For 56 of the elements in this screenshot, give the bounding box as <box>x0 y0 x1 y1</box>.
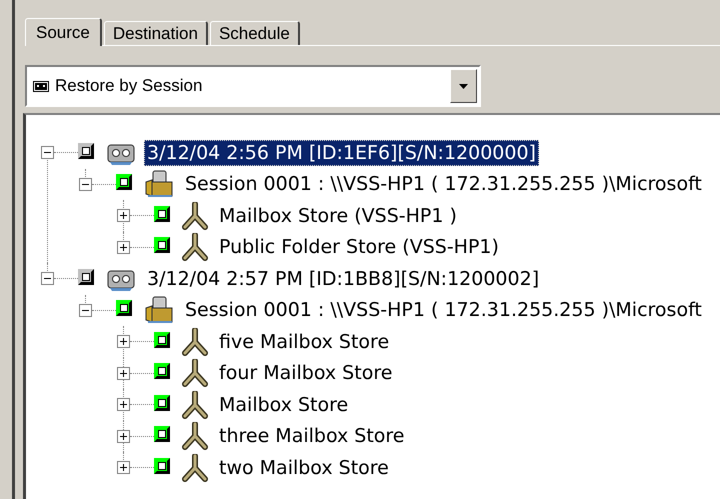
tree-item-label[interactable]: five Mailbox Store <box>216 328 392 355</box>
collapse-toggle[interactable] <box>41 146 54 160</box>
tab[interactable]: Destination <box>104 21 208 45</box>
store-icon <box>182 202 208 230</box>
checkbox[interactable] <box>116 174 132 190</box>
plus-icon <box>120 244 127 251</box>
checkbox[interactable] <box>154 332 170 348</box>
collapse-toggle[interactable] <box>79 178 92 191</box>
checkbox[interactable] <box>154 237 170 254</box>
tree-item-label[interactable]: Mailbox Store (VSS-HP1 ) <box>216 202 460 229</box>
tree-item-label[interactable]: four Mailbox Store <box>216 360 396 386</box>
folder-box-icon <box>144 170 174 198</box>
expand-toggle[interactable] <box>117 398 130 412</box>
checkbox[interactable] <box>78 142 94 159</box>
dropdown-button[interactable] <box>450 69 477 103</box>
dropdown-arrow-icon <box>459 84 468 88</box>
tab[interactable]: Schedule <box>210 21 300 45</box>
expand-toggle[interactable] <box>117 461 130 474</box>
tree-item-label[interactable]: 3/12/04 2:56 PM [ID:1EF6][S/N:1200000] <box>144 140 539 166</box>
checkbox[interactable] <box>154 458 170 474</box>
tab[interactable]: Source <box>25 18 102 46</box>
plus-icon <box>120 464 127 472</box>
folder-box-icon <box>144 296 174 324</box>
session-icon <box>33 80 49 92</box>
plus-icon <box>120 338 127 346</box>
checkbox[interactable] <box>154 426 170 442</box>
store-icon <box>182 359 208 388</box>
checkbox[interactable] <box>116 300 132 316</box>
collapse-toggle[interactable] <box>79 304 92 317</box>
expand-toggle[interactable] <box>117 209 130 222</box>
tree-item-label[interactable]: two Mailbox Store <box>216 454 392 481</box>
tree-item-label[interactable]: Session 0001 : \\VSS-HP1 ( 172.31.255.255 )\Microsoft <box>182 297 705 324</box>
plus-icon <box>120 212 127 220</box>
tree-item-label[interactable]: Session 0001 : \\VSS-HP1 ( 172.31.255.255 )\Microsoft <box>182 171 705 198</box>
expand-toggle[interactable] <box>117 366 130 380</box>
checkbox[interactable] <box>154 206 170 222</box>
expand-toggle[interactable] <box>117 430 130 443</box>
plus-icon <box>120 370 127 377</box>
store-icon <box>182 328 208 356</box>
store-icon <box>182 422 208 450</box>
expand-toggle[interactable] <box>117 240 130 254</box>
tree-item-label[interactable]: three Mailbox Store <box>216 423 408 450</box>
checkbox[interactable] <box>154 363 170 380</box>
store-icon <box>182 454 208 482</box>
store-icon <box>182 390 208 419</box>
tree-item-label[interactable]: Public Folder Store (VSS-HP1) <box>216 234 502 260</box>
checkbox[interactable] <box>78 268 94 285</box>
plus-icon <box>120 401 127 408</box>
collapse-toggle[interactable] <box>41 272 54 286</box>
checkbox[interactable] <box>154 394 170 411</box>
view-dropdown[interactable]: Restore by Session <box>25 65 481 107</box>
expand-toggle[interactable] <box>117 335 130 348</box>
plus-icon <box>120 432 127 440</box>
tree-item-label[interactable]: Mailbox Store <box>216 392 352 418</box>
tree-item-label[interactable]: 3/12/04 2:57 PM [ID:1BB8][S/N:1200002] <box>144 266 542 292</box>
store-icon <box>182 233 208 262</box>
